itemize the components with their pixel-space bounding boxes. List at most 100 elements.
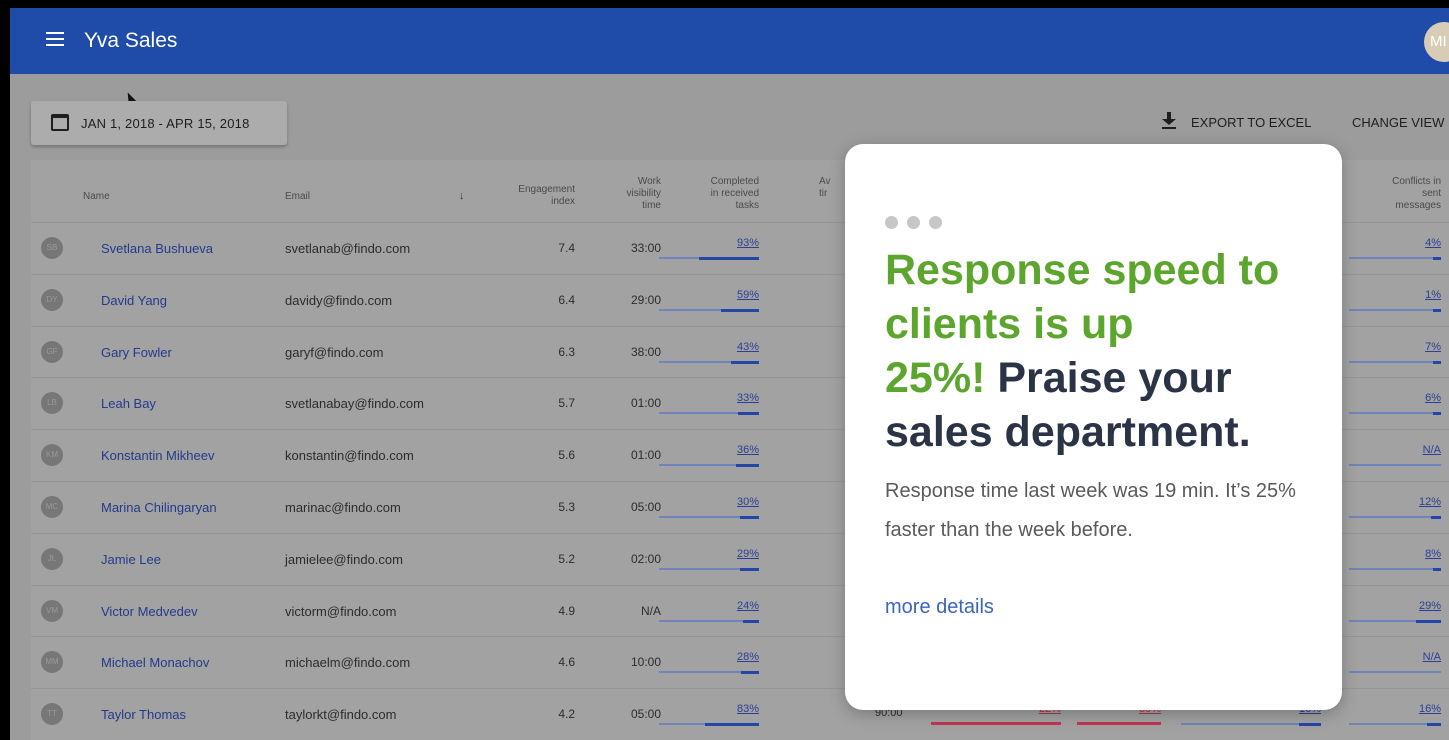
conflicts-value: 16% <box>1418 703 1441 716</box>
date-range-button[interactable]: JAN 1, 2018 - APR 15, 2018 <box>31 101 287 145</box>
engagement-index: 5.6 <box>558 448 575 463</box>
change-view-button[interactable]: CHANGE VIEW <box>1352 115 1444 130</box>
employee-avatar: JL <box>41 547 63 570</box>
completed-value: 59% <box>736 288 759 301</box>
conflicts-value: 4% <box>1425 237 1441 249</box>
conflicts-value: N/A <box>1422 651 1441 664</box>
employee-name-link[interactable]: David Yang <box>101 293 167 308</box>
conflicts-track <box>1349 360 1441 363</box>
conflicts-track <box>1349 257 1441 259</box>
engagement-index: 5.7 <box>558 396 575 411</box>
employee-avatar: KM <box>41 444 63 467</box>
engagement-index: 4.6 <box>558 655 575 670</box>
employee-name-link[interactable]: Taylor Thomas <box>101 707 186 722</box>
conflicts-fill <box>1433 567 1441 571</box>
calendar-icon <box>51 114 69 131</box>
work-visibility-time: 33:00 <box>630 241 661 255</box>
employee-avatar: VM <box>41 599 63 622</box>
work-visibility-time: 01:00 <box>630 396 661 411</box>
header-avg-line2: tir <box>819 188 828 199</box>
date-range-label: JAN 1, 2018 - APR 15, 2018 <box>81 116 250 131</box>
user-avatar[interactable]: MI <box>1424 22 1449 62</box>
employee-name-link[interactable]: Jamie Lee <box>101 552 161 567</box>
blue-fill <box>1299 723 1321 727</box>
conflicts-track <box>1349 516 1441 518</box>
conflicts-track <box>1349 308 1441 311</box>
export-label: EXPORT TO EXCEL <box>1191 115 1312 130</box>
conflicts-value: N/A <box>1422 444 1441 457</box>
work-visibility-time: 05:00 <box>630 707 661 722</box>
work-visibility-time: 05:00 <box>630 500 661 514</box>
conflicts-bar: 12% <box>1349 496 1441 520</box>
engagement-index: 5.3 <box>558 500 575 514</box>
header-conflicts-line1: Conflicts in <box>1392 176 1441 187</box>
employee-email: taylorkt@findo.com <box>285 707 397 723</box>
employee-name-link[interactable]: Gary Fowler <box>101 345 172 360</box>
conflicts-fill <box>1433 360 1441 364</box>
completed-tasks-bar: 33% <box>659 392 759 416</box>
header-avg-partial[interactable]: Av tir <box>819 176 831 200</box>
insight-card: Response speed to clients is up 25%! Pra… <box>845 144 1342 710</box>
employee-name-link[interactable]: Michael Monachov <box>101 655 209 670</box>
employee-avatar: DY <box>41 288 63 311</box>
work-visibility-time: 01:00 <box>630 448 661 463</box>
employee-email: garyf@findo.com <box>285 344 384 360</box>
header-name[interactable]: Name <box>83 191 110 203</box>
employee-email: marinac@findo.com <box>285 500 401 515</box>
header-engagement[interactable]: Engagement index <box>491 184 575 208</box>
employee-name-link[interactable]: Konstantin Mikheev <box>101 448 214 463</box>
app-bar: Yva Sales MI <box>10 8 1449 74</box>
completed-value: 33% <box>736 392 759 405</box>
completed-value: 43% <box>736 340 759 353</box>
employee-name-link[interactable]: Leah Bay <box>101 396 156 411</box>
engagement-index: 4.9 <box>558 603 575 618</box>
employee-email: svetlanab@findo.com <box>285 241 411 256</box>
header-avg-line1: Av <box>819 176 831 187</box>
employee-avatar: MC <box>41 496 63 518</box>
conflicts-value: 1% <box>1425 288 1441 301</box>
header-conflicts[interactable]: Conflicts in sent messages <box>1349 176 1441 212</box>
window-dots-icon <box>885 216 951 234</box>
work-visibility-time: 10:00 <box>630 655 661 670</box>
completed-tasks-bar: 83% <box>659 703 759 727</box>
menu-icon[interactable] <box>46 32 64 46</box>
employee-avatar: MM <box>41 651 63 674</box>
header-completed[interactable]: Completed in received tasks <box>659 176 759 212</box>
completed-tasks-bar: 36% <box>659 444 759 468</box>
header-visibility-line2: visibility <box>626 188 661 199</box>
employee-avatar: GF <box>41 340 63 363</box>
header-engagement-line1: Engagement <box>518 184 575 195</box>
employee-name-link[interactable]: Svetlana Bushueva <box>101 241 213 256</box>
completed-tasks-bar: 30% <box>659 496 759 520</box>
conflicts-track <box>1349 464 1441 467</box>
conflicts-value: 6% <box>1425 392 1441 405</box>
employee-email: davidy@findo.com <box>285 292 393 308</box>
completed-fill <box>737 412 759 416</box>
completed-fill <box>731 360 759 364</box>
completed-tasks-bar: 93% <box>659 237 759 261</box>
conflicts-fill <box>1430 516 1441 519</box>
employee-name-link[interactable]: Victor Medvedev <box>101 604 198 619</box>
conflicts-bar: N/A <box>1349 651 1441 675</box>
conflicts-fill <box>1433 412 1441 416</box>
conflicts-bar: 7% <box>1349 341 1441 365</box>
employee-name-link[interactable]: Marina Chilingaryan <box>101 500 217 515</box>
conflicts-bar: 4% <box>1349 237 1441 261</box>
header-work-visibility[interactable]: Work visibility time <box>591 176 661 212</box>
conflicts-bar: N/A <box>1349 444 1441 468</box>
work-visibility-time: 02:00 <box>630 551 661 566</box>
red-track <box>1077 722 1161 726</box>
completed-value: 93% <box>736 237 759 249</box>
completed-value: 83% <box>736 703 759 716</box>
conflicts-fill <box>1427 723 1441 727</box>
header-email[interactable]: Email <box>285 191 310 203</box>
conflicts-value: 8% <box>1425 547 1441 560</box>
completed-value: 24% <box>736 599 759 612</box>
app-title: Yva Sales <box>84 29 178 52</box>
sort-arrow-down-icon[interactable]: ↓ <box>459 190 465 202</box>
conflicts-bar: 1% <box>1349 289 1441 313</box>
employee-email: svetlanabay@findo.com <box>285 396 424 412</box>
more-details-link[interactable]: more details <box>885 596 994 619</box>
work-visibility-time: 38:00 <box>630 344 661 359</box>
conflicts-fill <box>1415 619 1441 623</box>
